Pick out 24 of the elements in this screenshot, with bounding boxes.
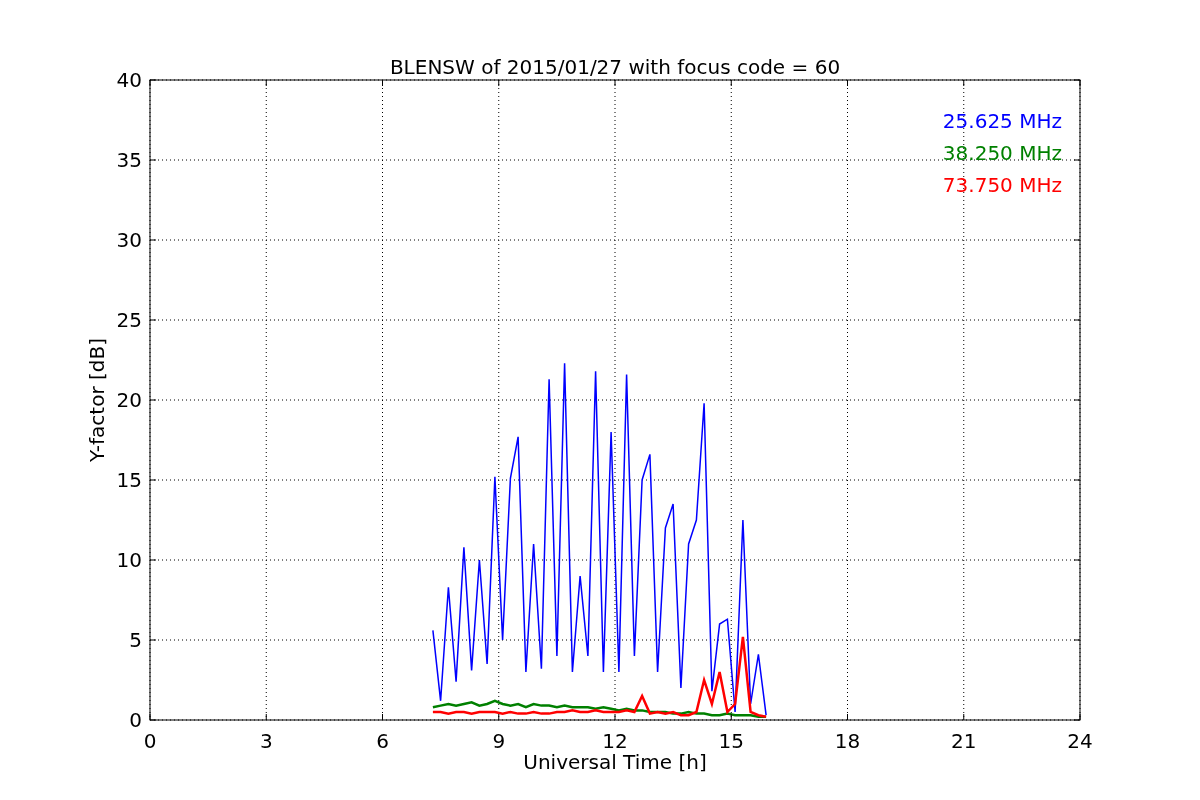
x-tick-label: 12 xyxy=(602,729,628,753)
y-tick-label: 25 xyxy=(116,308,142,332)
legend-label: 38.250 MHz xyxy=(942,141,1062,165)
chart-title: BLENSW of 2015/01/27 with focus code = 60 xyxy=(389,55,841,79)
x-tick-label: 9 xyxy=(492,729,506,753)
y-tick-label: 10 xyxy=(116,548,142,572)
x-axis-label: Universal Time [h] xyxy=(523,750,707,774)
y-tick-label: 35 xyxy=(116,148,142,172)
legend-label: 73.750 MHz xyxy=(942,173,1062,197)
y-tick-label: 30 xyxy=(116,228,142,252)
y-tick-label: 20 xyxy=(116,388,142,412)
y-tick-label: 15 xyxy=(116,468,142,492)
legend-label: 25.625 MHz xyxy=(942,109,1062,133)
x-tick-label: 21 xyxy=(951,729,977,753)
x-tick-label: 3 xyxy=(259,729,273,753)
y-tick-label: 0 xyxy=(129,708,142,732)
y-tick-label: 40 xyxy=(116,68,142,92)
x-tick-label: 24 xyxy=(1067,729,1093,753)
y-axis-label: Y-factor [dB] xyxy=(85,338,109,462)
x-tick-label: 18 xyxy=(834,729,861,753)
y-tick-label: 5 xyxy=(129,628,142,652)
x-tick-label: 0 xyxy=(143,729,157,753)
x-tick-label: 6 xyxy=(376,729,389,753)
x-tick-label: 15 xyxy=(718,729,744,753)
